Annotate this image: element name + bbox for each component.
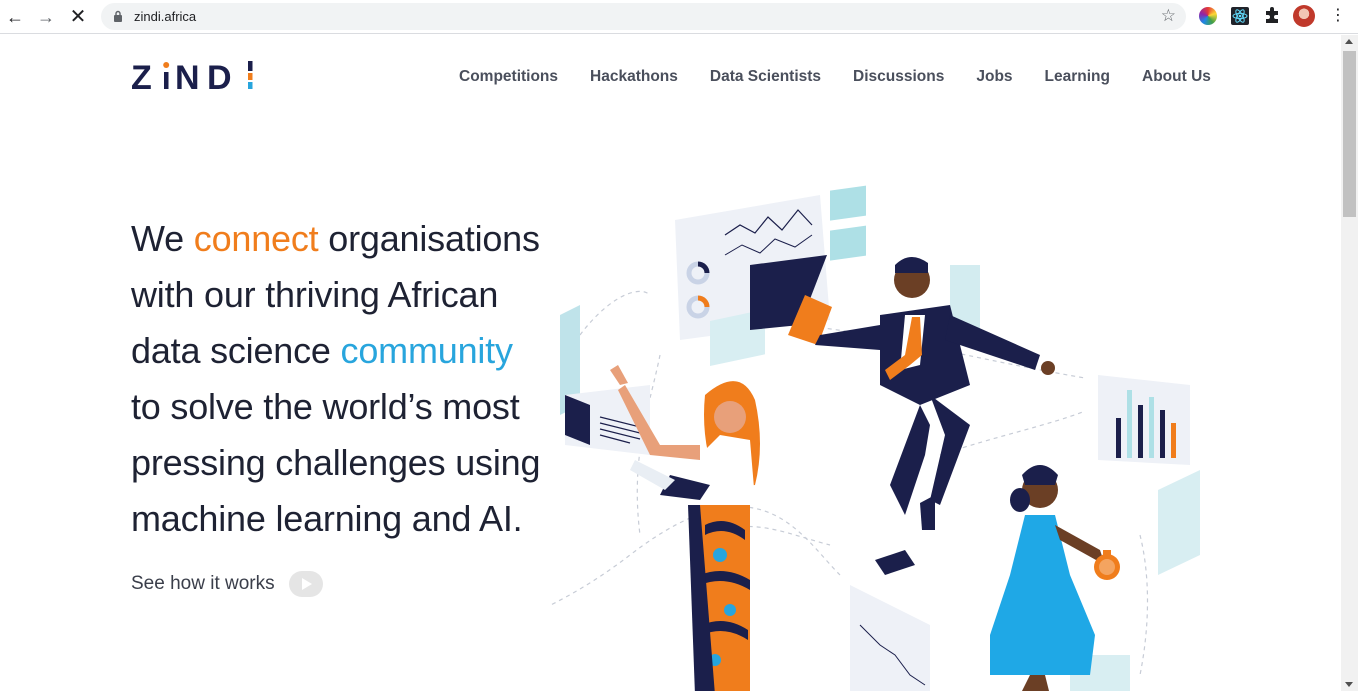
scroll-down-arrow-icon[interactable] (1345, 682, 1353, 687)
scrollbar-thumb[interactable] (1343, 51, 1356, 217)
profile-avatar[interactable] (1293, 5, 1315, 27)
svg-text:N: N (175, 59, 206, 95)
hero-illustration (550, 185, 1200, 691)
hero-highlight-community: community (340, 330, 513, 371)
bookmark-star-icon[interactable]: ☆ (1161, 7, 1176, 25)
zindi-logo-mark: Z N D (131, 59, 253, 97)
forward-icon[interactable]: → (34, 5, 58, 29)
main-navigation: Competitions Hackathons Data Scientists … (459, 68, 1243, 86)
see-how-label[interactable]: See how it works (131, 573, 275, 595)
extensions-puzzle-icon[interactable] (1263, 7, 1281, 25)
back-icon[interactable]: ← (3, 5, 27, 29)
lock-icon[interactable] (113, 10, 123, 22)
zindi-logo[interactable]: Z N D (131, 59, 256, 101)
nav-about-us[interactable]: About Us (1142, 68, 1211, 86)
page: Z N D Competitions Hackathons Data Scien… (0, 35, 1341, 691)
address-bar[interactable]: zindi.africa ☆ (101, 3, 1186, 30)
play-icon[interactable] (288, 571, 323, 597)
nav-competitions[interactable]: Competitions (459, 68, 558, 86)
nav-data-scientists[interactable]: Data Scientists (710, 68, 821, 86)
hero-highlight-connect: connect (193, 218, 319, 259)
hero-headline: We connect organisations with our thrivi… (131, 211, 551, 547)
stop-loading-icon[interactable]: ✕ (66, 5, 90, 29)
browser-menu-icon[interactable]: ⋮ (1330, 7, 1346, 27)
nav-learning[interactable]: Learning (1045, 68, 1110, 86)
hero-text-part1: We (131, 218, 194, 259)
vertical-scrollbar[interactable] (1341, 35, 1358, 691)
nav-discussions[interactable]: Discussions (853, 68, 944, 86)
browser-toolbar: ← → ✕ zindi.africa ☆ ⋮ (0, 0, 1358, 34)
see-how-it-works-link[interactable]: See how it works (131, 571, 323, 597)
react-devtools-extension-icon[interactable] (1231, 7, 1249, 25)
svg-text:D: D (207, 59, 238, 95)
color-picker-extension-icon[interactable] (1199, 7, 1217, 25)
hero-text-part3: to solve the world’s most pressing chall… (131, 386, 541, 539)
svg-text:Z: Z (131, 59, 157, 95)
url-text[interactable]: zindi.africa (134, 9, 196, 24)
nav-jobs[interactable]: Jobs (976, 68, 1012, 86)
nav-hackathons[interactable]: Hackathons (590, 68, 678, 86)
scroll-up-arrow-icon[interactable] (1345, 39, 1353, 44)
